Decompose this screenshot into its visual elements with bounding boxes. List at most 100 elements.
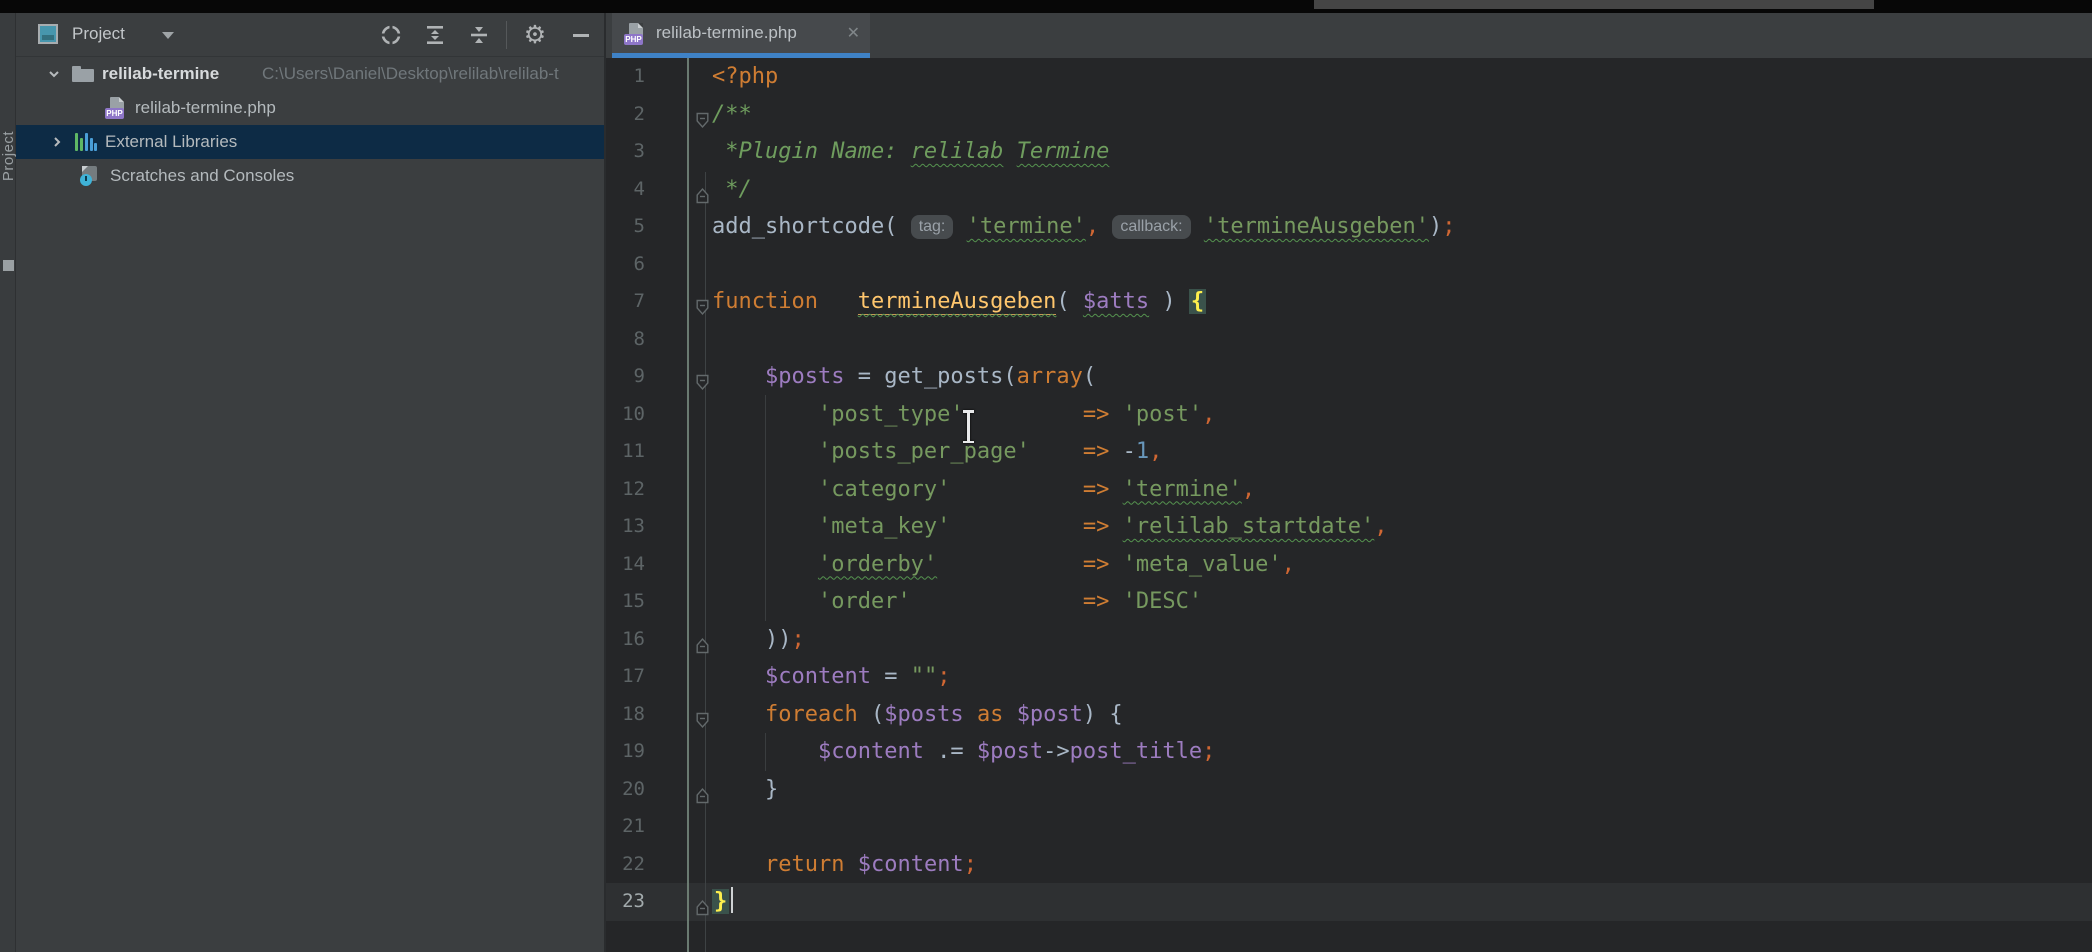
toolbar-separator	[506, 21, 507, 49]
gutter	[645, 508, 712, 546]
tree-item-relilab-termine-php[interactable]: PHPrelilab-termine.php	[16, 91, 604, 125]
chevron-down-icon[interactable]	[46, 66, 62, 82]
tree-item-path: C:\Users\Daniel\Desktop\relilab\relilab-…	[262, 64, 559, 84]
tree-item-relilab-termine[interactable]: relilab-termine C:\Users\Daniel\Desktop\r…	[16, 57, 604, 91]
chevron-down-icon[interactable]	[162, 32, 174, 39]
code-line-22[interactable]: 22 return $content;	[606, 846, 2092, 884]
php-file-icon: PHP	[105, 97, 127, 119]
code-line-17[interactable]: 17 $content = "";	[606, 658, 2092, 696]
chevron-right-icon[interactable]	[49, 134, 65, 150]
code-text[interactable]: function termineAusgeben( $atts ) {	[712, 283, 1206, 321]
code-editor[interactable]: 1<?php2/**3 *Plugin Name: relilab Termin…	[606, 58, 2092, 952]
code-line-8[interactable]: 8	[606, 321, 2092, 359]
code-text[interactable]: 'category' => 'termine',	[712, 471, 1255, 509]
hide-panel-icon[interactable]	[568, 22, 594, 48]
php-file-icon: PHP	[624, 23, 646, 45]
stripe-tool-icon	[3, 260, 14, 271]
tree-item-label: relilab-termine	[102, 64, 219, 84]
code-line-18[interactable]: 18 foreach ($posts as $post) {	[606, 696, 2092, 734]
code-line-21[interactable]: 21	[606, 808, 2092, 846]
line-number: 20	[606, 771, 645, 809]
fold-end-icon[interactable]	[695, 631, 710, 648]
expand-all-icon[interactable]	[422, 22, 448, 48]
code-text[interactable]: 'order' => 'DESC'	[712, 583, 1202, 621]
line-number: 11	[606, 433, 645, 471]
tree-item-external-libraries[interactable]: External Libraries	[16, 125, 604, 159]
code-text[interactable]: foreach ($posts as $post) {	[712, 696, 1123, 734]
fold-start-icon[interactable]	[695, 368, 710, 385]
line-number: 3	[606, 133, 645, 171]
close-icon[interactable]: ✕	[847, 23, 860, 43]
gutter	[645, 96, 712, 134]
code-line-16[interactable]: 16 ));	[606, 621, 2092, 659]
code-text[interactable]: 'posts_per_page' => -1,	[712, 433, 1162, 471]
code-text[interactable]: ));	[712, 621, 805, 659]
stripe-project-button[interactable]: Project	[0, 68, 16, 244]
folder-icon	[72, 66, 94, 82]
gutter	[645, 883, 712, 921]
tab-relilab-termine-php[interactable]: PHP relilab-termine.php ✕	[612, 13, 870, 58]
code-line-6[interactable]: 6	[606, 246, 2092, 284]
code-text[interactable]: <?php	[712, 58, 778, 96]
line-number: 15	[606, 583, 645, 621]
fold-end-icon[interactable]	[695, 181, 710, 198]
parameter-hint: tag:	[911, 215, 954, 239]
code-line-20[interactable]: 20 }	[606, 771, 2092, 809]
line-number: 22	[606, 846, 645, 884]
editor-tab-bar: PHP relilab-termine.php ✕	[606, 13, 2092, 58]
locate-icon[interactable]	[378, 22, 404, 48]
code-text[interactable]: *Plugin Name: relilab Termine	[712, 133, 1109, 171]
code-line-1[interactable]: 1<?php	[606, 58, 2092, 96]
gutter	[645, 771, 712, 809]
fold-start-icon[interactable]	[695, 293, 710, 310]
line-number: 7	[606, 283, 645, 321]
code-text[interactable]: */	[712, 171, 752, 209]
fold-end-icon[interactable]	[695, 893, 710, 910]
project-panel-title[interactable]: Project	[72, 24, 125, 44]
code-text[interactable]: 'orderby' => 'meta_value',	[712, 546, 1295, 584]
code-text[interactable]: $posts = get_posts(array(	[712, 358, 1096, 396]
fold-end-icon[interactable]	[695, 781, 710, 798]
code-line-14[interactable]: 14 'orderby' => 'meta_value',	[606, 546, 2092, 584]
code-line-13[interactable]: 13 'meta_key' => 'relilab_startdate',	[606, 508, 2092, 546]
settings-gear-icon[interactable]: ⚙	[522, 22, 548, 48]
code-line-19[interactable]: 19 $content .= $post->post_title;	[606, 733, 2092, 771]
code-line-2[interactable]: 2/**	[606, 96, 2092, 134]
code-line-7[interactable]: 7 function termineAusgeben( $atts ) {	[606, 283, 2092, 321]
fold-start-icon[interactable]	[695, 106, 710, 123]
code-text[interactable]: }	[712, 883, 733, 921]
code-line-23[interactable]: 23}	[606, 883, 2092, 921]
code-line-11[interactable]: 11 'posts_per_page' => -1,	[606, 433, 2092, 471]
code-text[interactable]: }	[712, 771, 778, 809]
code-text[interactable]: /**	[712, 96, 752, 134]
mouse-ibeam-cursor	[961, 408, 975, 444]
code-line-3[interactable]: 3 *Plugin Name: relilab Termine	[606, 133, 2092, 171]
code-text[interactable]: $content = "";	[712, 658, 950, 696]
code-line-9[interactable]: 9 $posts = get_posts(array(	[606, 358, 2092, 396]
gutter	[645, 546, 712, 584]
gutter	[645, 171, 712, 209]
code-text[interactable]: return $content;	[712, 846, 977, 884]
text-caret	[731, 887, 733, 913]
code-line-10[interactable]: 10 'post_type' => 'post',	[606, 396, 2092, 434]
external-libraries-icon	[75, 133, 97, 151]
line-number: 9	[606, 358, 645, 396]
code-text[interactable]: 'meta_key' => 'relilab_startdate',	[712, 508, 1388, 546]
tool-window-stripe[interactable]: Project	[0, 13, 16, 952]
line-number: 19	[606, 733, 645, 771]
code-line-5[interactable]: 5add_shortcode( tag: 'termine', callback…	[606, 208, 2092, 246]
code-line-12[interactable]: 12 'category' => 'termine',	[606, 471, 2092, 509]
code-line-4[interactable]: 4 */	[606, 171, 2092, 209]
window-top-bar	[0, 0, 2092, 13]
line-number: 8	[606, 321, 645, 359]
code-text[interactable]: $content .= $post->post_title;	[712, 733, 1215, 771]
code-text[interactable]: add_shortcode( tag: 'termine', callback:…	[712, 208, 1456, 246]
gutter	[645, 396, 712, 434]
code-line-15[interactable]: 15 'order' => 'DESC'	[606, 583, 2092, 621]
fold-start-icon[interactable]	[695, 706, 710, 723]
tree-item-scratches-and-consoles[interactable]: Scratches and Consoles	[16, 159, 604, 193]
line-number: 17	[606, 658, 645, 696]
tree-item-label: External Libraries	[105, 132, 237, 152]
gutter	[645, 471, 712, 509]
collapse-all-icon[interactable]	[466, 22, 492, 48]
